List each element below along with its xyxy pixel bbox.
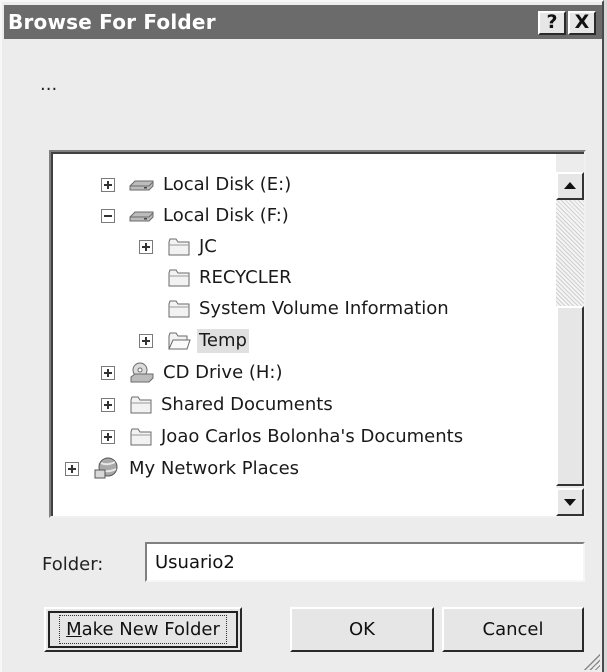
browse-for-folder-dialog: Browse For Folder ? X ... Local Disk (E:… [0,0,604,672]
expand-icon[interactable] [65,462,79,476]
folder-icon [168,238,190,256]
cd-drive-icon [130,362,154,383]
tree-item-jc[interactable]: JC [139,232,219,262]
open-folder-icon [168,332,191,350]
resize-grip-icon[interactable] [582,652,600,670]
close-button[interactable]: X [568,11,596,35]
tree-item-shared-documents[interactable]: Shared Documents [101,390,335,420]
tree-item-local-disk-f[interactable]: Local Disk (F:) [101,201,291,231]
drive-icon [129,180,154,191]
help-button[interactable]: ? [538,11,566,35]
tree-item-user-documents[interactable]: Joao Carlos Bolonha's Documents [101,422,465,452]
make-new-folder-button[interactable]: Make New Folder [44,607,242,652]
tree-item-system-volume-information[interactable]: System Volume Information [139,294,451,324]
ok-button[interactable]: OK [290,607,434,652]
tree-item-recycler[interactable]: RECYCLER [139,263,294,293]
arrow-up-icon [564,182,576,189]
arrow-down-icon [564,499,576,506]
tree-item-label: Local Disk (F:) [163,205,289,226]
tree-item-cd-drive-h[interactable]: CD Drive (H:) [101,358,285,388]
expand-icon[interactable] [101,398,115,412]
tree-item-label: Shared Documents [161,394,333,415]
tree-item-label: RECYCLER [199,267,292,288]
folder-tree[interactable]: Local Disk (E:) Local Disk (F:) JC RECYC… [49,150,586,518]
dialog-description: ... [40,74,58,95]
expand-icon[interactable] [101,178,115,192]
network-places-icon [94,457,118,479]
tree-item-label: JC [199,236,217,257]
folder-icon [168,300,190,318]
tree-item-label: My Network Places [129,458,300,479]
expand-icon[interactable] [139,334,153,348]
folder-tree-viewport: Local Disk (E:) Local Disk (F:) JC RECYC… [51,152,584,516]
make-new-folder-accesskey: M [66,619,82,640]
tree-item-label: CD Drive (H:) [163,362,283,383]
drive-icon [129,211,154,222]
folder-icon [168,269,190,287]
scrollbar-thumb[interactable] [556,306,584,486]
expand-icon[interactable] [101,366,115,380]
vertical-scrollbar[interactable] [556,154,584,516]
make-new-folder-text: ake New Folder [81,619,220,640]
expand-icon[interactable] [101,430,115,444]
expand-icon[interactable] [139,240,153,254]
folder-icon [130,396,152,414]
tree-item-label: Local Disk (E:) [163,174,292,195]
collapse-icon[interactable] [101,209,115,223]
cancel-button[interactable]: Cancel [442,607,584,652]
folder-input[interactable] [145,542,585,582]
tree-item-label: System Volume Information [199,298,449,319]
make-new-folder-label: Make New Folder [59,615,227,644]
tree-item-label: Temp [197,329,249,353]
tree-item-my-network-places[interactable]: My Network Places [65,454,301,484]
scroll-down-button[interactable] [556,488,584,516]
title-bar[interactable]: Browse For Folder ? X [4,5,602,39]
dialog-title: Browse For Folder [8,10,216,34]
scroll-up-button[interactable] [556,172,584,200]
tree-item-local-disk-e[interactable]: Local Disk (E:) [101,170,293,200]
tree-item-temp[interactable]: Temp [139,326,249,356]
folder-icon [130,428,152,446]
folder-label: Folder: [42,554,104,575]
tree-item-label: Joao Carlos Bolonha's Documents [161,426,464,447]
scrollbar-track[interactable] [556,200,584,306]
